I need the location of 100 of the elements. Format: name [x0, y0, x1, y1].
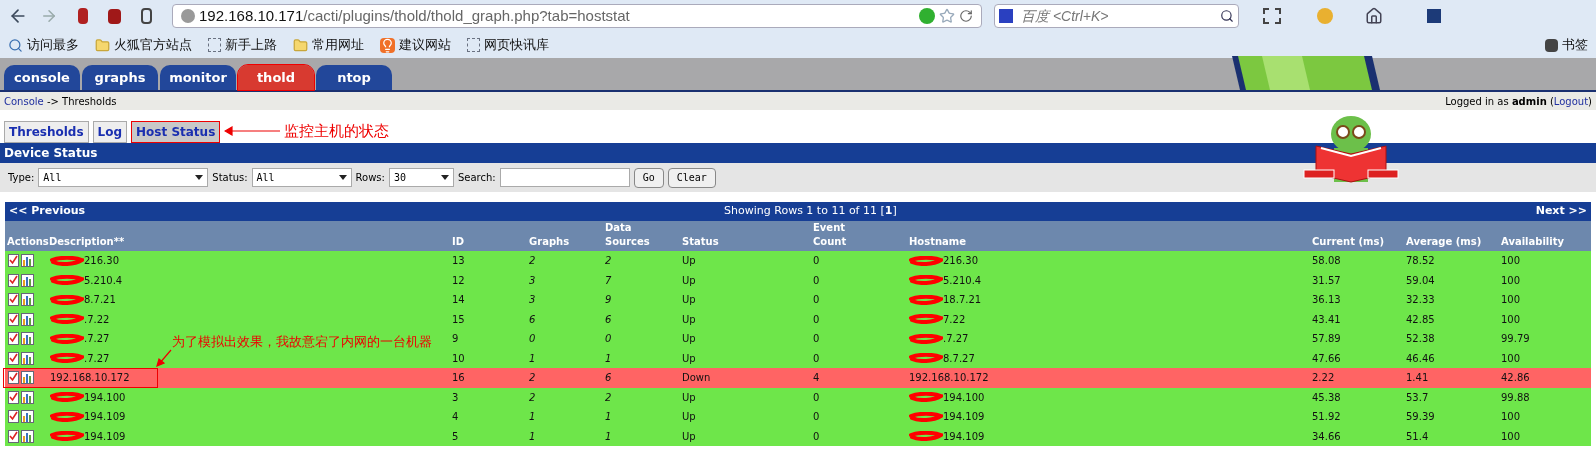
table-cell-text: 194.109: [84, 410, 126, 425]
nav-tab[interactable]: monitor: [160, 65, 236, 90]
column-header[interactable]: Hostname: [909, 236, 967, 247]
table-cell: 0: [813, 333, 820, 345]
table-row[interactable]: 194.109 5 1 1 Up 0 194.109 34.66 51.4 100: [5, 426, 1591, 446]
console-link[interactable]: Console: [4, 95, 44, 107]
rows-select[interactable]: 30: [388, 168, 454, 187]
search-icon[interactable]: [1220, 9, 1234, 23]
table-cell: Up: [682, 333, 696, 345]
column-header[interactable]: Current (ms): [1312, 236, 1384, 247]
column-header[interactable]: Data Sources: [605, 221, 661, 249]
search-icon: [8, 37, 23, 53]
table-row[interactable]: 216.30 13 2 2 Up 0 216.30 58.08 78.52 100: [5, 251, 1591, 271]
bookmark-link[interactable]: 访问最多: [8, 35, 79, 55]
bookmark-link[interactable]: 新手上路: [208, 35, 277, 55]
nav-tab[interactable]: thold: [238, 65, 314, 90]
redaction-scribble: [909, 275, 943, 286]
edit-checkbox-icon[interactable]: [8, 429, 19, 443]
bar-chart-icon[interactable]: [21, 254, 34, 268]
book-icon[interactable]: [108, 8, 121, 24]
table-row[interactable]: 194.100 3 2 2 Up 0 194.100 45.38 53.7 99.88: [5, 387, 1591, 407]
bar-chart-icon[interactable]: [21, 410, 34, 424]
table-cell: 0: [813, 313, 820, 325]
table-cell-text: 194.100: [943, 390, 985, 405]
bookmarks-menu[interactable]: 书签: [1545, 35, 1588, 55]
redaction-scribble: [50, 333, 84, 344]
bar-chart-icon[interactable]: [21, 293, 34, 307]
nav-tab[interactable]: graphs: [82, 65, 158, 90]
table-row[interactable]: .7.22 15 6 6 Up 0 7.22 43.41 42.85 100: [5, 309, 1591, 329]
table-cell: 99.79: [1501, 333, 1530, 345]
nav-tab[interactable]: console: [4, 65, 80, 90]
screenshot-icon[interactable]: [1263, 8, 1281, 24]
sub-tab[interactable]: Thresholds: [4, 121, 89, 143]
sub-tab[interactable]: Log: [92, 121, 128, 143]
status-select[interactable]: All: [251, 168, 352, 187]
table-cell-text: .7.27: [84, 351, 110, 366]
table-cell-text: 194.100: [84, 390, 126, 405]
bar-chart-icon[interactable]: [21, 351, 34, 365]
pager-info: Showing Rows 1 to 11 of 11 [1]: [724, 203, 897, 220]
table-row[interactable]: .7.27 10 1 1 Up 0 8.7.27 47.66 46.46 100: [5, 348, 1591, 368]
address-bar[interactable]: 192.168.10.171/cacti/plugins/thold/thold_graph.php?tab=hoststat: [172, 4, 982, 28]
table-cell: 2: [605, 255, 612, 267]
edit-checkbox-icon[interactable]: [8, 273, 19, 287]
table-row[interactable]: 8.7.21 14 3 9 Up 0 18.7.21 36.13 32.33 100: [5, 290, 1591, 310]
previous-link[interactable]: << Previous: [9, 203, 86, 220]
bar-chart-icon[interactable]: [21, 332, 34, 346]
edit-checkbox-icon[interactable]: [8, 410, 19, 424]
edit-checkbox-icon[interactable]: [8, 390, 19, 404]
home-icon[interactable]: [1365, 7, 1383, 25]
edit-checkbox-icon[interactable]: [8, 312, 19, 326]
filter-label: Status:: [212, 171, 248, 185]
edit-checkbox-icon[interactable]: [8, 254, 19, 268]
column-header[interactable]: Description**: [49, 236, 125, 247]
page-icon: [208, 38, 221, 52]
edit-checkbox-icon[interactable]: [8, 371, 19, 385]
bar-chart-icon[interactable]: [21, 390, 34, 404]
next-link[interactable]: Next >>: [1535, 203, 1587, 220]
column-header[interactable]: Event Count: [813, 221, 869, 249]
table-cell: 36.13: [1312, 294, 1341, 306]
search-input[interactable]: 百度 <Ctrl+K>: [1021, 5, 1212, 27]
edit-checkbox-icon[interactable]: [8, 332, 19, 346]
redaction-scribble: [50, 294, 84, 305]
go-button[interactable]: Go: [633, 167, 664, 188]
bar-chart-icon[interactable]: [21, 312, 34, 326]
clear-button[interactable]: Clear: [667, 167, 716, 188]
redaction-scribble: [909, 431, 943, 442]
type-select[interactable]: All: [38, 168, 209, 187]
edit-checkbox-icon[interactable]: [8, 351, 19, 365]
column-header[interactable]: Average (ms): [1406, 236, 1482, 247]
table-cell-text: 216.30: [84, 254, 119, 269]
column-header[interactable]: Availability: [1501, 236, 1564, 247]
bookmark-link[interactable]: 网页快讯库: [467, 35, 549, 55]
table-cell: 100: [1501, 274, 1521, 286]
table-row[interactable]: 192.168.10.172 16 2 6 Down 4 192.168.10.172 2.22 1.41 42.86: [5, 368, 1591, 388]
nav-tab[interactable]: ntop: [316, 65, 392, 90]
bar-chart-icon[interactable]: [21, 273, 34, 287]
table-cell-text: .7.27: [943, 332, 969, 347]
search-field[interactable]: [499, 168, 630, 187]
table-cell-text: 7.22: [943, 312, 966, 327]
table-cell: 9: [605, 294, 612, 306]
bar-chart-icon[interactable]: [21, 429, 34, 443]
bookmark-link[interactable]: 常用网址: [293, 35, 364, 55]
reload-icon[interactable]: [959, 9, 973, 23]
table-cell: Up: [682, 255, 696, 267]
section-title: Device Status: [0, 143, 1596, 163]
table-row[interactable]: 194.109 4 1 1 Up 0 194.109 51.92 59.39 100: [5, 407, 1591, 427]
column-header[interactable]: ID: [452, 236, 465, 247]
column-header[interactable]: Actions: [7, 236, 49, 247]
bookmark-link[interactable]: 火狐官方站点: [95, 35, 192, 55]
table-row[interactable]: 5.210.4 12 3 7 Up 0 5.210.4 31.57 59.04 100: [5, 270, 1591, 290]
bookmark-link[interactable]: 建议网站: [380, 35, 451, 55]
book-icon[interactable]: [78, 8, 88, 24]
edit-checkbox-icon[interactable]: [8, 293, 19, 307]
bar-chart-icon[interactable]: [21, 371, 34, 385]
column-header[interactable]: Graphs: [529, 236, 570, 247]
column-header[interactable]: Status: [682, 236, 719, 247]
table-cell: Up: [682, 411, 696, 423]
search-field[interactable]: 百度 <Ctrl+K>: [994, 4, 1239, 28]
sub-tab[interactable]: Host Status: [131, 121, 221, 143]
annotation-text: 为了模拟出效果，我故意宕了内网的一台机器: [172, 333, 432, 351]
